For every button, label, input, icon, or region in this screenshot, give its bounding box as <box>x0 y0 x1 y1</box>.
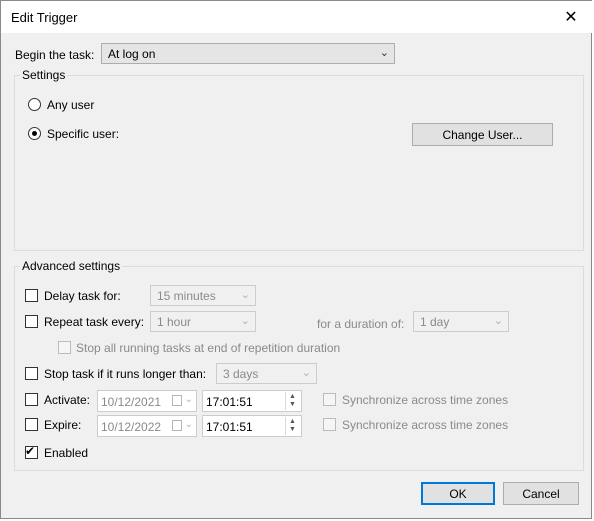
change-user-button[interactable]: Change User... <box>412 123 553 146</box>
spin-up-icon[interactable]: ▲ <box>289 393 296 400</box>
ok-label: OK <box>449 486 467 501</box>
stop-task-longer-checkbox[interactable] <box>25 367 38 380</box>
chevron-down-icon: ⌄ <box>379 47 389 59</box>
activate-date-value: 10/12/2021 <box>101 395 162 409</box>
expire-date-value: 10/12/2022 <box>101 420 162 434</box>
enabled-checkbox[interactable]: ✔ <box>25 444 38 459</box>
activate-checkbox[interactable] <box>25 393 38 406</box>
stop-all-tasks-checkbox[interactable] <box>58 341 71 354</box>
change-user-label: Change User... <box>442 127 523 142</box>
dialog-title: Edit Trigger <box>11 10 78 25</box>
any-user-label: Any user <box>47 98 95 112</box>
chevron-down-icon: ⌄ <box>493 315 503 327</box>
chevron-down-icon: ⌄ <box>184 419 193 430</box>
chevron-down-icon: ⌄ <box>184 394 193 405</box>
expire-time-value: 17:01:51 <box>206 420 253 434</box>
cancel-label: Cancel <box>522 486 560 501</box>
stop-all-tasks-label: Stop all running tasks at end of repetit… <box>76 341 341 355</box>
close-icon[interactable]: ✕ <box>549 1 593 33</box>
any-user-radio[interactable] <box>28 98 41 111</box>
duration-label: for a duration of: <box>317 317 405 331</box>
delay-task-value: 15 minutes <box>157 289 216 303</box>
expire-checkbox[interactable] <box>25 418 38 431</box>
duration-dropdown[interactable]: 1 day ⌄ <box>413 311 509 332</box>
checkmark-icon: ✔ <box>25 444 36 458</box>
delay-task-dropdown[interactable]: 15 minutes ⌄ <box>150 285 256 306</box>
specific-user-label: Specific user: <box>47 127 120 141</box>
activate-time-field[interactable]: 17:01:51 ▲ ▼ <box>202 390 302 412</box>
edit-trigger-dialog: Edit Trigger ✕ Begin the task: At log on… <box>0 0 593 519</box>
advanced-settings-legend: Advanced settings <box>20 259 123 273</box>
stop-task-longer-dropdown[interactable]: 3 days ⌄ <box>216 363 317 384</box>
activate-label: Activate: <box>44 393 91 407</box>
repeat-task-value: 1 hour <box>157 315 192 329</box>
expire-sync-checkbox[interactable] <box>323 418 336 431</box>
settings-legend: Settings <box>20 68 68 82</box>
title-bar: Edit Trigger ✕ <box>1 1 593 33</box>
chevron-down-icon: ⌄ <box>240 315 250 327</box>
calendar-icon <box>172 395 182 406</box>
begin-task-label: Begin the task: <box>15 48 95 62</box>
stop-task-longer-label: Stop task if it runs longer than: <box>44 367 207 381</box>
cancel-button[interactable]: Cancel <box>503 482 579 505</box>
specific-user-radio[interactable] <box>28 127 41 140</box>
calendar-icon <box>172 420 182 431</box>
chevron-down-icon: ⌄ <box>301 367 311 379</box>
delay-task-label: Delay task for: <box>44 289 121 303</box>
expire-label: Expire: <box>44 418 82 432</box>
activate-date-picker[interactable]: 10/12/2021 ⌄ <box>97 390 197 412</box>
repeat-task-checkbox[interactable] <box>25 315 38 328</box>
begin-task-value: At log on <box>108 47 156 61</box>
stop-task-longer-value: 3 days <box>223 367 259 381</box>
expire-date-picker[interactable]: 10/12/2022 ⌄ <box>97 415 197 437</box>
activate-time-value: 17:01:51 <box>206 395 253 409</box>
time-spinner[interactable]: ▲ ▼ <box>285 392 300 410</box>
expire-sync-label: Synchronize across time zones <box>342 418 509 432</box>
delay-task-checkbox[interactable] <box>25 289 38 302</box>
enabled-label: Enabled <box>44 446 89 460</box>
chevron-down-icon: ⌄ <box>240 289 250 301</box>
settings-group <box>14 75 584 251</box>
spin-down-icon[interactable]: ▼ <box>289 426 296 433</box>
repeat-task-dropdown[interactable]: 1 hour ⌄ <box>150 311 256 332</box>
expire-time-field[interactable]: 17:01:51 ▲ ▼ <box>202 415 302 437</box>
activate-sync-label: Synchronize across time zones <box>342 393 509 407</box>
spin-up-icon[interactable]: ▲ <box>289 418 296 425</box>
repeat-task-label: Repeat task every: <box>44 315 145 329</box>
spin-down-icon[interactable]: ▼ <box>289 401 296 408</box>
time-spinner[interactable]: ▲ ▼ <box>285 417 300 435</box>
ok-button[interactable]: OK <box>421 482 495 505</box>
duration-value: 1 day <box>420 315 450 329</box>
begin-task-dropdown[interactable]: At log on ⌄ <box>101 43 395 64</box>
activate-sync-checkbox[interactable] <box>323 393 336 406</box>
